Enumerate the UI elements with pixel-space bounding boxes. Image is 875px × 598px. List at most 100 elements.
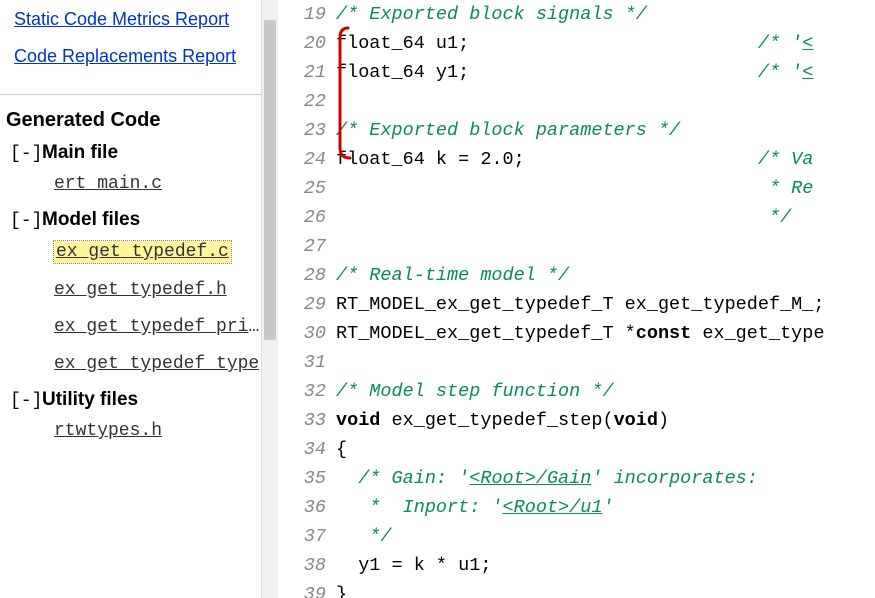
code-line: 25 * Re (286, 174, 875, 203)
line-number: 33 (286, 406, 336, 435)
code-text: /* Exported block signals */ (336, 0, 875, 29)
line-number: 22 (286, 87, 336, 116)
code-text: * Re (336, 174, 875, 203)
code-pane[interactable]: 19/* Exported block signals */20float_64… (278, 0, 875, 598)
code-line: 37 */ (286, 522, 875, 551)
code-line: 30RT_MODEL_ex_get_typedef_T *const ex_ge… (286, 319, 875, 348)
file-ex-get-typedef-c[interactable]: ex_get_typedef.c (54, 241, 231, 263)
link-static-metrics[interactable]: Static Code Metrics Report (14, 9, 229, 29)
code-text: float_64 k = 2.0; /* Va (336, 145, 875, 174)
code-line: 22 (286, 87, 875, 116)
code-text (336, 87, 875, 116)
code-text: float_64 u1; /* '< (336, 29, 875, 58)
line-number: 36 (286, 493, 336, 522)
token-comment: /* Exported block parameters */ (336, 120, 680, 141)
token-comment: */ (336, 526, 392, 547)
token-plain: float_64 u1; (336, 33, 758, 54)
code-line: 29RT_MODEL_ex_get_typedef_T ex_get_typed… (286, 290, 875, 319)
token-plain: { (336, 439, 347, 460)
code-line: 28/* Real-time model */ (286, 261, 875, 290)
code-line: 33void ex_get_typedef_step(void) (286, 406, 875, 435)
code-line: 35 /* Gain: '<Root>/Gain' incorporates: (286, 464, 875, 493)
token-plain: ex_get_typedef_step( (380, 410, 613, 431)
code-text: RT_MODEL_ex_get_typedef_T *const ex_get_… (336, 319, 875, 348)
token-comment: /* Exported block signals */ (336, 4, 647, 25)
code-line: 27 (286, 232, 875, 261)
code-text: /* Gain: '<Root>/Gain' incorporates: (336, 464, 875, 493)
code-text: /* Model step function */ (336, 377, 875, 406)
line-number: 28 (286, 261, 336, 290)
code-text: /* Exported block parameters */ (336, 116, 875, 145)
code-text (336, 232, 875, 261)
code-text: * Inport: '<Root>/u1' (336, 493, 875, 522)
token-comment: /* Model step function */ (336, 381, 614, 402)
toggle-main-file[interactable]: [-] (6, 144, 42, 164)
token-comment: */ (758, 207, 791, 228)
code-line: 32/* Model step function */ (286, 377, 875, 406)
token-comment: /* Real-time model */ (336, 265, 569, 286)
token-plain: RT_MODEL_ex_get_typedef_T * (336, 323, 636, 344)
line-number: 32 (286, 377, 336, 406)
code-text: { (336, 435, 875, 464)
code-text: /* Real-time model */ (336, 261, 875, 290)
token-keyword: const (636, 323, 692, 344)
token-link-code[interactable]: < (802, 33, 813, 54)
token-link-code[interactable]: <Root>/u1 (503, 497, 603, 518)
token-plain: } (336, 584, 347, 598)
token-keyword: void (336, 410, 380, 431)
line-number: 34 (286, 435, 336, 464)
token-link-code[interactable]: <Root>/Gain (469, 468, 591, 489)
line-number: 26 (286, 203, 336, 232)
code-line: 24float_64 k = 2.0; /* Va (286, 145, 875, 174)
token-plain: float_64 y1; (336, 62, 758, 83)
toggle-utility-files[interactable]: [-] (6, 391, 42, 411)
tree-group-main: [-] Main file ert_main.c (6, 142, 277, 205)
code-text: float_64 y1; /* '< (336, 58, 875, 87)
token-plain: float_64 k = 2.0; (336, 149, 758, 170)
line-number: 27 (286, 232, 336, 261)
token-comment: /* Va (758, 149, 814, 170)
token-comment: /* ' (758, 33, 802, 54)
token-comment: * Inport: ' (336, 497, 503, 518)
code-text (336, 348, 875, 377)
line-number: 37 (286, 522, 336, 551)
line-number: 20 (286, 29, 336, 58)
token-link-code[interactable]: < (802, 62, 813, 83)
line-number: 31 (286, 348, 336, 377)
line-number: 21 (286, 58, 336, 87)
sidebar-scrollbar[interactable] (261, 0, 278, 598)
code-line: 31 (286, 348, 875, 377)
file-ex-get-typedef-private-h[interactable]: ex_get_typedef_priva (54, 317, 264, 337)
code-text: */ (336, 203, 875, 232)
code-text: } (336, 580, 875, 598)
tree-group-utility: [-] Utility files rtwtypes.h (6, 389, 277, 452)
line-number: 23 (286, 116, 336, 145)
file-ert-main-c[interactable]: ert_main.c (54, 174, 162, 194)
app-container: Static Code Metrics Report Code Replacem… (0, 0, 875, 598)
code-line: 21float_64 y1; /* '< (286, 58, 875, 87)
token-plain: ex_get_type (691, 323, 824, 344)
token-plain: y1 = k * u1; (336, 555, 491, 576)
file-ex-get-typedef-h[interactable]: ex_get_typedef.h (54, 280, 227, 300)
line-number: 25 (286, 174, 336, 203)
line-number: 24 (286, 145, 336, 174)
file-ex-get-typedef-types-h[interactable]: ex_get_typedef_type (54, 354, 259, 374)
sidebar-tree: Generated Code [-] Main file ert_main.c … (0, 95, 277, 598)
line-number: 38 (286, 551, 336, 580)
code-text: y1 = k * u1; (336, 551, 875, 580)
file-rtwtypes-h[interactable]: rtwtypes.h (54, 421, 162, 441)
generated-code-title: Generated Code (6, 109, 277, 132)
token-comment: /* Gain: ' (336, 468, 469, 489)
code-line: 26 */ (286, 203, 875, 232)
link-code-replacements[interactable]: Code Replacements Report (14, 46, 236, 66)
label-model-files: Model files (42, 209, 140, 231)
code-text: RT_MODEL_ex_get_typedef_T ex_get_typedef… (336, 290, 875, 319)
scroll-thumb[interactable] (264, 20, 276, 340)
code-line: 38 y1 = k * u1; (286, 551, 875, 580)
token-comment: ' incorporates: (591, 468, 758, 489)
token-plain (336, 178, 758, 199)
token-plain: RT_MODEL_ex_get_typedef_T ex_get_typedef… (336, 294, 824, 315)
sidebar-top-links: Static Code Metrics Report Code Replacem… (0, 0, 277, 95)
toggle-model-files[interactable]: [-] (6, 211, 42, 231)
code-text: void ex_get_typedef_step(void) (336, 406, 875, 435)
